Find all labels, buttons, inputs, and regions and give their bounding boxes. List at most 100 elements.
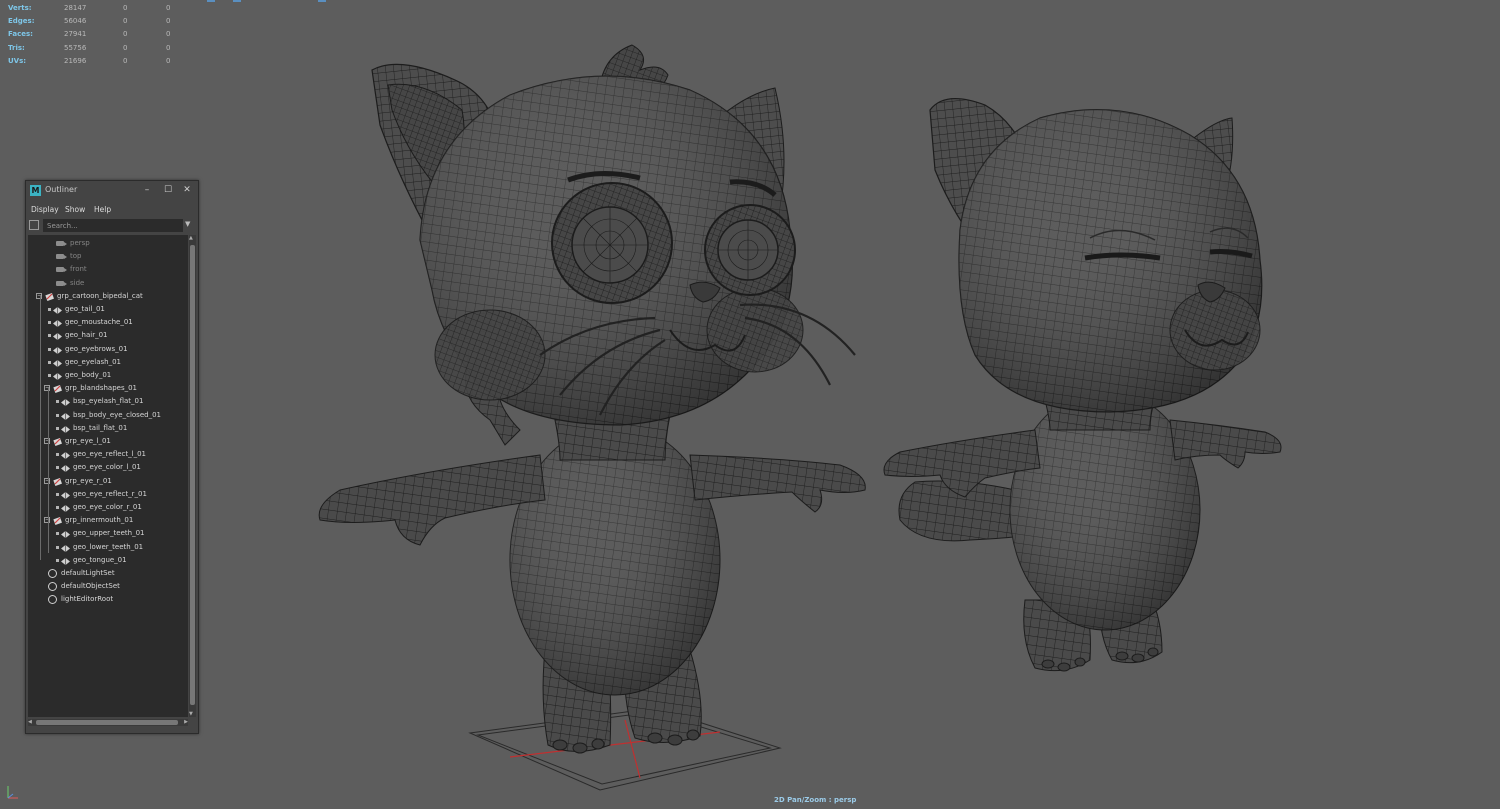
outliner-item-label: geo_tail_01 [65, 305, 105, 313]
outliner-item[interactable]: geo_eye_color_r_01 [28, 501, 188, 514]
collapse-toggle-icon[interactable]: − [44, 517, 50, 524]
mesh-icon [53, 319, 62, 328]
camera-icon [56, 267, 67, 273]
outliner-item-label: side [70, 278, 85, 287]
outliner-item-label: geo_tongue_01 [73, 555, 127, 564]
tree-branch-icon [56, 545, 59, 549]
outliner-item[interactable]: geo_eyebrows_01 [28, 343, 188, 356]
mesh-icon [61, 530, 70, 539]
hud-row-edges: Edges: 56046 0 0 [8, 15, 188, 28]
mesh-icon [61, 491, 70, 499]
menu-display[interactable]: Display [31, 205, 59, 214]
menu-help[interactable]: Help [94, 205, 111, 214]
hud-value: 0 [166, 56, 171, 65]
tree-branch-icon [48, 308, 51, 311]
mesh-icon [61, 398, 70, 407]
scrollbar-thumb[interactable] [36, 720, 178, 725]
tree-branch-icon [56, 492, 59, 496]
outliner-item[interactable]: − grp_innermouth_01 [28, 514, 188, 527]
scroll-up-icon[interactable]: ▲ [189, 235, 193, 241]
hud-value: 55756 [64, 43, 87, 52]
outliner-item[interactable]: geo_tail_01 [28, 303, 188, 316]
outliner-item-label: geo_eye_color_r_01 [73, 503, 142, 511]
set-icon [48, 595, 57, 605]
outliner-item[interactable]: geo_lower_teeth_01 [28, 541, 188, 554]
vertical-scrollbar[interactable]: ▲ ▼ [189, 235, 196, 717]
outliner-item[interactable]: front [28, 263, 188, 276]
outliner-item-label: geo_eyebrows_01 [65, 344, 128, 353]
group-icon [53, 516, 62, 526]
outliner-item[interactable]: bsp_body_eye_closed_01 [28, 409, 188, 422]
hud-value: 0 [166, 4, 171, 12]
search-input[interactable] [43, 219, 183, 232]
outliner-titlebar[interactable]: M Outliner – ☐ ✕ [26, 181, 198, 201]
mesh-icon [53, 346, 62, 354]
maximize-icon[interactable]: ☐ [162, 184, 174, 196]
menu-show[interactable]: Show [65, 205, 85, 214]
hud-label: UVs: [8, 56, 27, 65]
maya-viewport[interactable]: Verts: 28147 0 0 Edges: 56046 0 0 Faces:… [0, 0, 1500, 809]
horizontal-scrollbar[interactable]: ◀ ▶ [28, 719, 188, 726]
outliner-item[interactable]: geo_eye_reflect_l_01 [28, 448, 188, 461]
cat-model-eyes-open [318, 44, 866, 754]
outliner-item[interactable]: geo_upper_teeth_01 [28, 527, 188, 540]
outliner-item[interactable]: defaultLightSet [28, 567, 188, 580]
outliner-item-label: defaultLightSet [61, 569, 115, 577]
outliner-item[interactable]: − grp_blandshapes_01 [28, 382, 188, 395]
tree-branch-icon [48, 360, 51, 364]
collapse-toggle-icon[interactable]: − [44, 477, 50, 484]
scroll-down-icon[interactable]: ▼ [189, 711, 193, 717]
outliner-item[interactable]: side [28, 277, 188, 290]
tree-branch-icon [56, 466, 59, 470]
outliner-item[interactable]: geo_body_01 [28, 369, 188, 382]
tree-branch-icon [56, 558, 59, 562]
collapse-toggle-icon[interactable]: − [44, 385, 50, 392]
scroll-right-icon[interactable]: ▶ [184, 719, 188, 726]
group-icon [45, 292, 54, 301]
hud-row-verts: Verts: 28147 0 0 [8, 2, 188, 15]
minimize-icon[interactable]: – [141, 184, 153, 196]
hud-value: 0 [123, 17, 128, 26]
outliner-item-label: geo_body_01 [65, 371, 112, 379]
close-icon[interactable]: ✕ [181, 184, 193, 196]
chevron-down-icon[interactable]: ▼ [185, 220, 190, 228]
outliner-item[interactable]: defaultObjectSet [28, 580, 188, 593]
hud-row-tris: Tris: 55756 0 0 [8, 42, 188, 55]
outliner-item-label: persp [70, 239, 90, 247]
outliner-item-label: grp_eye_l_01 [65, 437, 111, 445]
window-title: Outliner [45, 185, 78, 194]
collapse-toggle-icon[interactable]: − [36, 292, 42, 299]
outliner-tree[interactable]: persp top front side − grp_cartoon_bipedal_ca… [28, 235, 188, 717]
outliner-item[interactable]: geo_eye_color_l_01 [28, 461, 188, 474]
outliner-item-label: grp_innermouth_01 [65, 516, 134, 525]
hud-value: 0 [123, 4, 128, 12]
outliner-item-label: geo_eye_reflect_l_01 [73, 450, 146, 459]
hud-label: Tris: [8, 43, 25, 52]
outliner-item[interactable]: persp [28, 237, 188, 250]
outliner-item[interactable]: geo_hair_01 [28, 329, 188, 342]
scrollbar-thumb[interactable] [190, 245, 195, 705]
tree-branch-icon [48, 334, 51, 338]
hud-value: 27941 [64, 30, 87, 39]
outliner-item[interactable]: geo_eye_reflect_r_01 [28, 488, 188, 501]
cat-model-eyes-closed [883, 98, 1282, 672]
outliner-item-label: defaultObjectSet [61, 582, 120, 591]
mesh-icon [53, 359, 62, 367]
outliner-item[interactable]: geo_eyelash_01 [28, 356, 188, 369]
collapse-toggle-icon[interactable]: − [44, 438, 50, 444]
outliner-item[interactable]: − grp_eye_l_01 [28, 435, 188, 448]
outliner-item[interactable]: geo_tongue_01 [28, 554, 188, 567]
outliner-item[interactable]: lightEditorRoot [28, 593, 188, 606]
outliner-item[interactable]: top [28, 250, 188, 263]
outliner-item[interactable]: bsp_eyelash_flat_01 [28, 395, 188, 408]
outliner-item[interactable]: − grp_cartoon_bipedal_cat [28, 290, 188, 303]
tree-branch-icon [56, 400, 59, 404]
ground-grid [468, 707, 782, 791]
outliner-item[interactable]: bsp_tail_flat_01 [28, 422, 188, 435]
outliner-item[interactable]: − grp_eye_r_01 [28, 475, 188, 488]
outliner-item[interactable]: geo_moustache_01 [28, 316, 188, 329]
filter-icon[interactable] [29, 220, 39, 230]
outliner-window[interactable]: M Outliner – ☐ ✕ Display Show Help ▼ per… [25, 180, 199, 734]
scroll-left-icon[interactable]: ◀ [28, 719, 32, 726]
outliner-item-label: geo_eyelash_01 [65, 357, 122, 366]
